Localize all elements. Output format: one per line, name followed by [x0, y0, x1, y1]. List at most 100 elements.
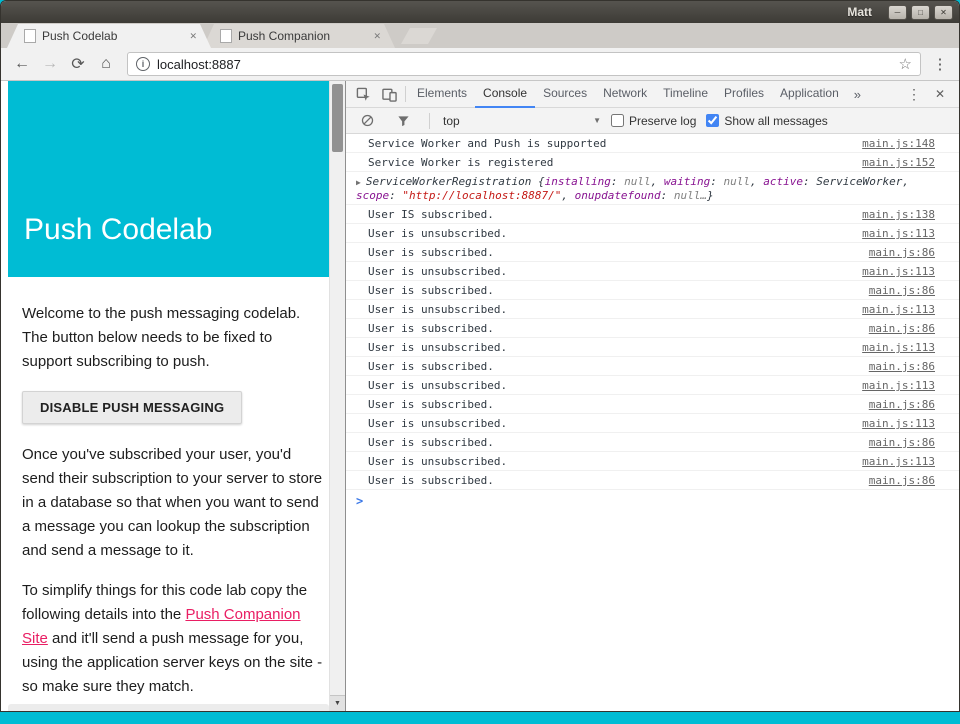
- window-title: Matt: [847, 5, 872, 19]
- preserve-log-toggle[interactable]: Preserve log: [611, 114, 696, 128]
- execution-context-selector[interactable]: top ▼: [443, 114, 601, 128]
- console-source-link[interactable]: main.js:148: [862, 137, 935, 150]
- preserve-log-label: Preserve log: [629, 114, 696, 128]
- scrollbar-thumb[interactable]: [332, 84, 343, 152]
- devtools-tab-elements[interactable]: Elements: [409, 81, 475, 108]
- tab-favicon: [220, 29, 232, 43]
- address-text: localhost:8887: [157, 57, 241, 72]
- console-message: User is unsubscribed. main.js:113: [346, 300, 959, 319]
- console-message-text: User is subscribed.: [368, 246, 853, 259]
- expand-object-triangle-icon[interactable]: ▶: [356, 178, 361, 187]
- details-section-partial: [8, 704, 329, 711]
- preserve-log-checkbox[interactable]: [611, 114, 624, 127]
- scrollbar-down-button[interactable]: ▼: [330, 695, 345, 711]
- console-message-text: User is unsubscribed.: [368, 265, 846, 278]
- console-message: User is subscribed. main.js:86: [346, 319, 959, 338]
- close-window-button[interactable]: ✕: [934, 5, 953, 20]
- devtools-tab-application[interactable]: Application: [772, 81, 847, 108]
- clear-console-icon[interactable]: [354, 108, 380, 134]
- object-property-value: null: [624, 175, 651, 188]
- page-content: Push Codelab Welcome to the push messagi…: [1, 81, 329, 711]
- disable-push-messaging-button[interactable]: DISABLE PUSH MESSAGING: [22, 391, 242, 424]
- console-source-link[interactable]: main.js:113: [862, 341, 935, 354]
- console-message-text: User is subscribed.: [368, 322, 853, 335]
- console-message-text: User IS subscribed.: [368, 208, 846, 221]
- object-property-name: onupdatefound: [575, 189, 661, 202]
- console-message-text: User is unsubscribed.: [368, 379, 846, 392]
- devtools-tab-sources[interactable]: Sources: [535, 81, 595, 108]
- show-all-messages-checkbox[interactable]: [706, 114, 719, 127]
- new-tab-button[interactable]: [401, 28, 437, 44]
- home-icon[interactable]: ⌂: [93, 55, 119, 73]
- console-source-link[interactable]: main.js:86: [869, 398, 935, 411]
- chevron-down-icon: ▼: [593, 116, 601, 125]
- tab-push-codelab[interactable]: Push Codelab ✕: [7, 24, 211, 48]
- console-message-text: User is subscribed.: [368, 360, 853, 373]
- console-prompt[interactable]: >: [346, 490, 959, 508]
- console-source-link[interactable]: main.js:138: [862, 208, 935, 221]
- console-message: User is subscribed. main.js:86: [346, 281, 959, 300]
- back-icon[interactable]: ←: [9, 55, 35, 73]
- devtools-tabbar: Elements Console Sources Network Timelin…: [346, 81, 959, 108]
- console-message-text: User is subscribed.: [368, 436, 853, 449]
- page-title: Push Codelab: [24, 213, 212, 247]
- tab-close-icon[interactable]: ✕: [189, 31, 197, 42]
- console-message: User is unsubscribed.main.js:113: [346, 414, 959, 433]
- devtools-tab-console[interactable]: Console: [475, 81, 535, 108]
- page-info-icon[interactable]: i: [136, 57, 150, 71]
- object-property-value: ServiceWorker: [816, 175, 902, 188]
- console-message: ▶ServiceWorkerRegistration {installing: …: [346, 172, 959, 205]
- object-property-value: null…: [674, 189, 707, 202]
- console-source-link[interactable]: main.js:86: [869, 322, 935, 335]
- console-source-link[interactable]: main.js:152: [862, 156, 935, 169]
- devtools-tab-profiles[interactable]: Profiles: [716, 81, 772, 108]
- console-message: Service Worker and Push is supportedmain…: [346, 134, 959, 153]
- console-message: User is subscribed. main.js:86: [346, 357, 959, 376]
- console-output: Service Worker and Push is supportedmain…: [346, 134, 959, 711]
- console-message-text: User is unsubscribed.: [368, 341, 846, 354]
- console-source-link[interactable]: main.js:113: [862, 303, 935, 316]
- console-source-link[interactable]: main.js:113: [862, 417, 935, 430]
- console-message: User is subscribed.main.js:86: [346, 471, 959, 490]
- device-toolbar-icon[interactable]: [376, 81, 402, 107]
- console-source-link[interactable]: main.js:86: [869, 246, 935, 259]
- tab-favicon: [24, 29, 36, 43]
- console-source-link[interactable]: main.js:113: [862, 379, 935, 392]
- show-all-messages-toggle[interactable]: Show all messages: [706, 114, 827, 128]
- maximize-button[interactable]: □: [911, 5, 930, 20]
- browser-menu-icon[interactable]: ⋮: [929, 55, 951, 73]
- minimize-button[interactable]: ─: [888, 5, 907, 20]
- tab-label: Push Codelab: [42, 29, 181, 43]
- filter-icon[interactable]: [390, 108, 416, 134]
- page-scrollbar[interactable]: ▼: [329, 81, 345, 711]
- console-source-link[interactable]: main.js:86: [869, 284, 935, 297]
- console-message-text: User is unsubscribed.: [368, 303, 846, 316]
- content-area: Push Codelab Welcome to the push messagi…: [1, 81, 959, 711]
- console-source-link[interactable]: main.js:86: [869, 360, 935, 373]
- console-source-link[interactable]: main.js:86: [869, 474, 935, 487]
- console-message-text: User is subscribed.: [368, 284, 853, 297]
- reload-icon[interactable]: ⟳: [65, 54, 91, 74]
- console-source-link[interactable]: main.js:113: [862, 455, 935, 468]
- console-message-text: ▶ServiceWorkerRegistration {installing: …: [356, 175, 935, 202]
- subscribe-paragraph: Once you've subscribed your user, you'd …: [22, 443, 324, 563]
- tab-close-icon[interactable]: ✕: [373, 31, 381, 42]
- devtools-menu-icon[interactable]: ⋮: [907, 86, 921, 103]
- console-message-text: Service Worker is registered: [368, 156, 846, 169]
- bookmark-star-icon[interactable]: ☆: [899, 55, 912, 73]
- object-property-value: null: [724, 175, 751, 188]
- console-message: User is unsubscribed. main.js:113: [346, 338, 959, 357]
- console-source-link[interactable]: main.js:113: [862, 265, 935, 278]
- devtools-tab-timeline[interactable]: Timeline: [655, 81, 716, 108]
- console-source-link[interactable]: main.js:86: [869, 436, 935, 449]
- object-property-name: waiting: [664, 175, 710, 188]
- console-source-link[interactable]: main.js:113: [862, 227, 935, 240]
- tab-push-companion[interactable]: Push Companion ✕: [203, 24, 395, 48]
- address-bar[interactable]: i localhost:8887 ☆: [127, 52, 921, 76]
- devtools-tab-network[interactable]: Network: [595, 81, 655, 108]
- forward-icon[interactable]: →: [37, 55, 63, 73]
- more-tabs-icon[interactable]: »: [847, 87, 868, 102]
- inspect-element-icon[interactable]: [350, 81, 376, 107]
- devtools-close-icon[interactable]: ✕: [935, 87, 945, 101]
- context-label: top: [443, 114, 460, 128]
